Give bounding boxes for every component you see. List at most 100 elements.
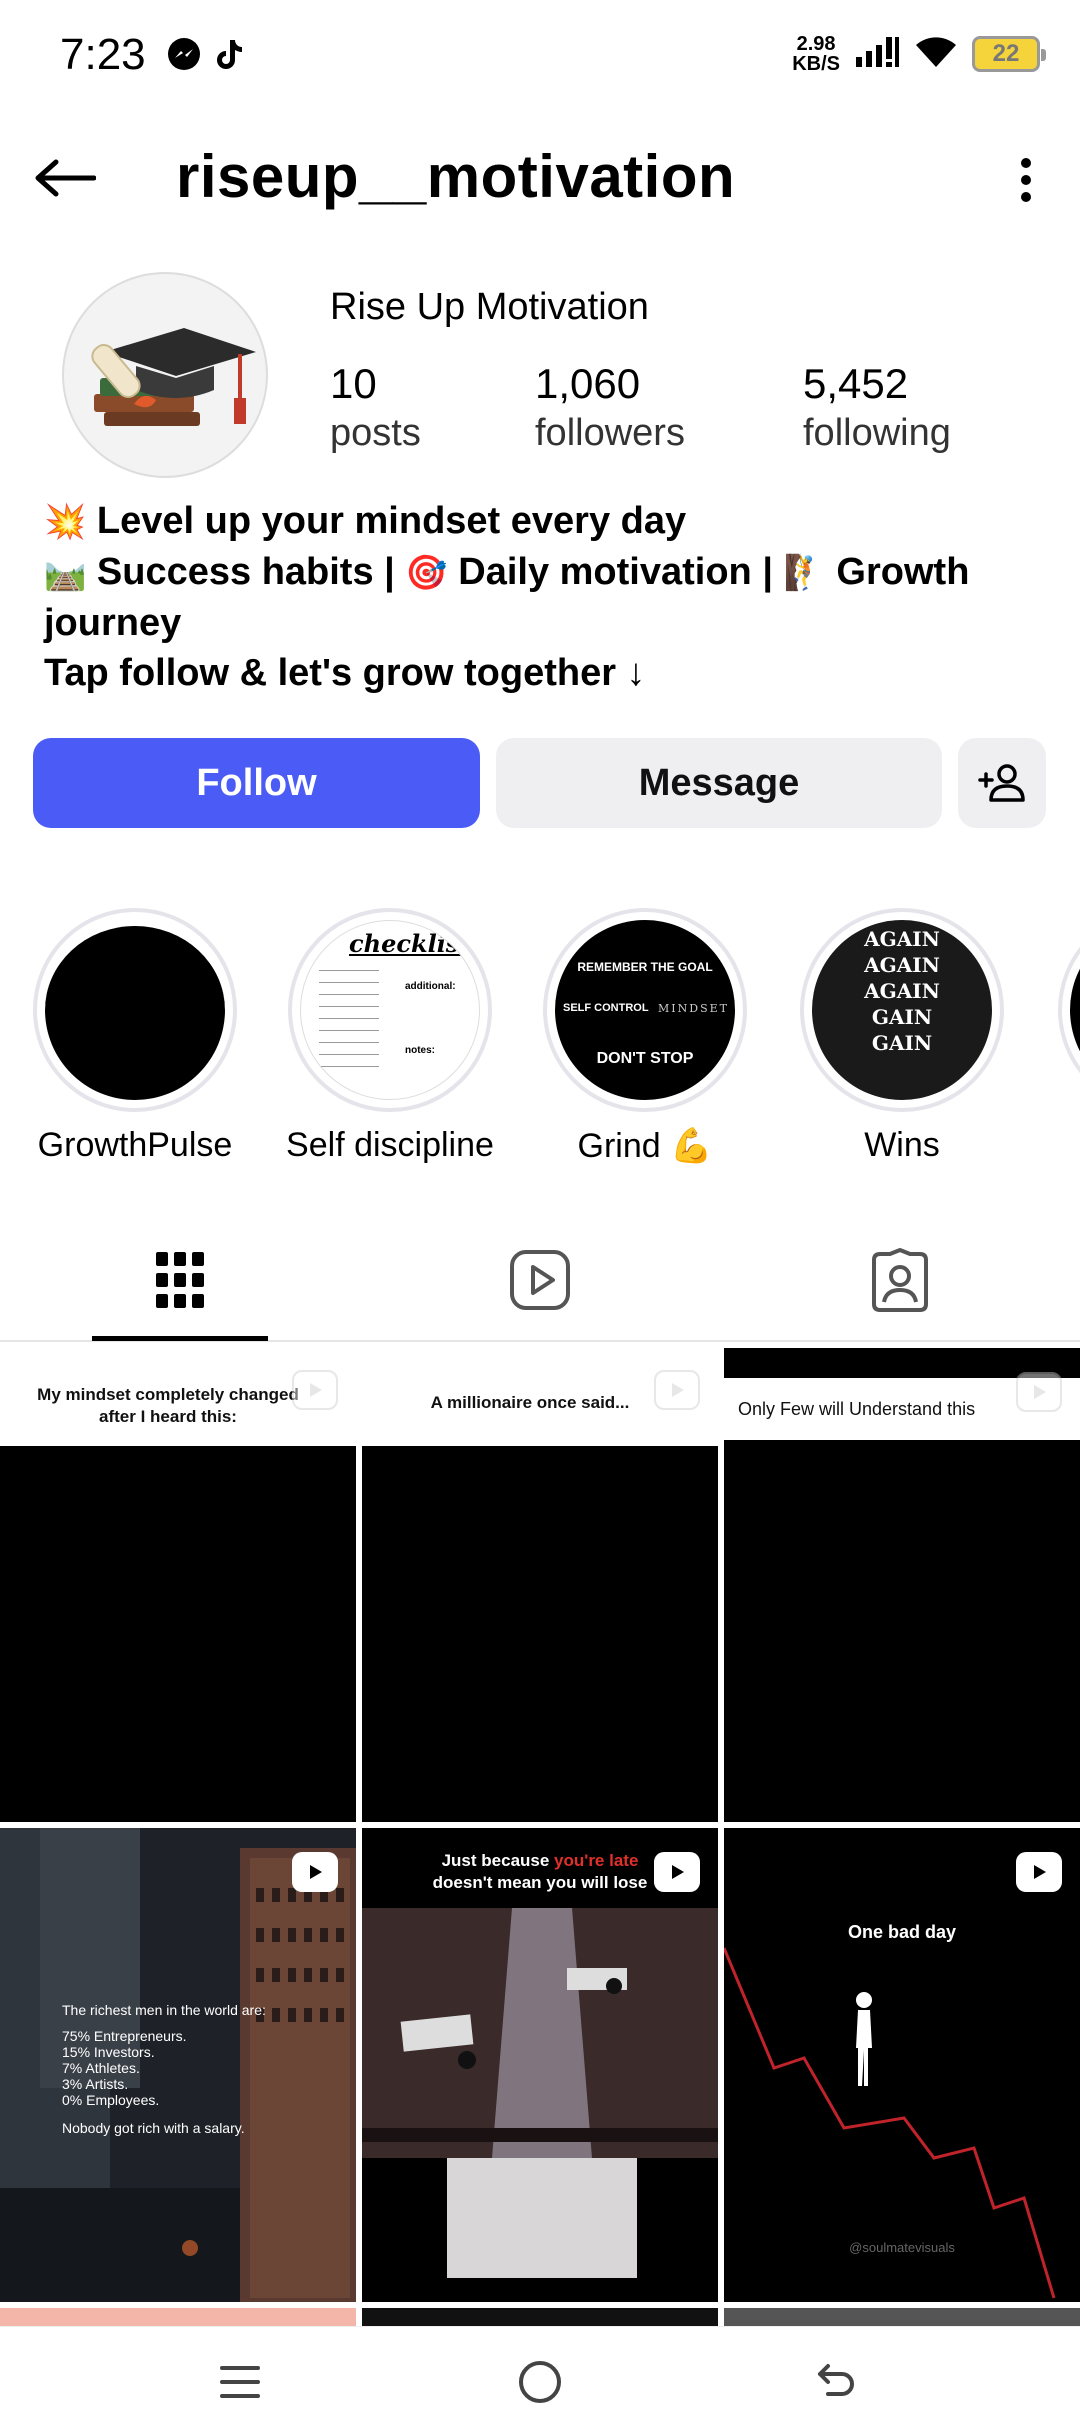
network-speed-value: 2.98 [796, 33, 836, 55]
post-thumbnail[interactable]: Just because you're late doesn't mean yo… [362, 1828, 718, 2302]
arrow-left-icon [35, 159, 96, 197]
post-thumbnail[interactable]: The richest men in the world are: 75% En… [0, 1828, 356, 2302]
add-user-icon [978, 764, 1025, 802]
post-thumbnail[interactable]: One bad day @soulmatevisuals [724, 1828, 1080, 2302]
post-caption: My mindset completely changed after I he… [37, 1385, 299, 1426]
posts-stat[interactable]: 10 posts [330, 360, 421, 455]
active-tab-indicator [92, 1336, 268, 1341]
suggested-accounts-button[interactable] [958, 738, 1046, 828]
highlight-cover: REMEMBER THE GOAL SELF CONTROL MINDSET D… [555, 920, 735, 1100]
messenger-icon [166, 36, 202, 72]
reel-badge [1016, 1372, 1062, 1412]
collision-icon: 💥 [44, 503, 87, 541]
more-vertical-icon [1021, 158, 1031, 202]
home-circle-icon [519, 2361, 561, 2403]
back-return-icon [818, 2364, 854, 2396]
bio-line-2: 🛤️ Success habits | 🎯 Daily motivation |… [44, 547, 1044, 648]
tab-tagged[interactable] [840, 1240, 960, 1320]
highlight-ring [33, 908, 237, 1112]
reel-badge [654, 1370, 700, 1410]
post-overlay-text-red: you're late [554, 1851, 639, 1870]
wins-cover-line: AGAIN [864, 979, 940, 1003]
status-app-icons [166, 36, 246, 72]
tab-reels[interactable] [480, 1240, 600, 1320]
story-highlights: GrowthPulse checklist additional: notes: [0, 908, 1080, 1168]
highlight-ring [1058, 908, 1080, 1112]
highlight-ring: checklist additional: notes: [288, 908, 492, 1112]
post-overlay-footer: Nobody got rich with a salary. [62, 2120, 245, 2136]
following-stat[interactable]: 5,452 following [803, 360, 951, 455]
play-icon [1034, 1385, 1046, 1399]
profile-display-name: Rise Up Motivation [330, 286, 649, 328]
highlight-cover: AGAIN AGAIN AGAIN GAIN GAIN [812, 920, 992, 1100]
profile-header: riseup__motivation [0, 120, 1080, 240]
home-button[interactable] [500, 2347, 580, 2417]
following-count: 5,452 [803, 360, 909, 407]
reel-badge [654, 1852, 700, 1892]
tiktok-icon [210, 36, 246, 72]
climber-icon: 🧗 [783, 554, 826, 592]
avatar[interactable] [62, 272, 268, 478]
highlight-wins[interactable]: AGAIN AGAIN AGAIN GAIN GAIN Wins [782, 908, 1022, 1165]
posts-count: 10 [330, 360, 377, 407]
tagged-icon [872, 1248, 928, 1312]
reel-badge [292, 1852, 338, 1892]
highlight-ring: REMEMBER THE GOAL SELF CONTROL MINDSET D… [543, 908, 747, 1112]
followers-label: followers [535, 412, 685, 454]
play-icon [672, 1865, 684, 1879]
post-overlay-text: The richest men in the world are: 75% En… [62, 2002, 266, 2136]
followers-stat[interactable]: 1,060 followers [535, 360, 685, 455]
recent-apps-button[interactable] [200, 2347, 280, 2417]
post-caption: A millionaire once said... [430, 1393, 630, 1412]
back-button[interactable] [30, 148, 100, 208]
post-overlay-line: 15% Investors. [62, 2044, 155, 2060]
checklist-title: checklist [349, 929, 471, 958]
highlight-self-discipline[interactable]: checklist additional: notes: Self discip… [270, 908, 510, 1165]
grind-cover-top: REMEMBER THE GOAL [577, 960, 713, 974]
highlight-cover: checklist additional: notes: [300, 920, 480, 1100]
message-button[interactable]: Message [496, 738, 942, 828]
signal-icon [854, 35, 900, 74]
graduation-cap-icon [91, 328, 256, 426]
post-thumbnail[interactable]: A millionaire once said... [362, 1348, 718, 1822]
wins-cover-line: AGAIN [864, 953, 940, 977]
post-overlay-title: One bad day [847, 1922, 957, 1942]
tab-posts-grid[interactable] [120, 1240, 240, 1320]
more-options-button[interactable] [996, 148, 1056, 212]
bio-line-2-part-2: Daily motivation | [458, 551, 773, 593]
wifi-icon [914, 35, 958, 74]
play-icon [672, 1383, 684, 1397]
highlight-cover [1070, 920, 1080, 1100]
wins-cover-line: GAIN [871, 1005, 933, 1029]
status-time: 7:23 [60, 30, 146, 79]
system-navigation-bar [0, 2326, 1080, 2436]
post-thumbnail[interactable]: My mindset completely changed after I he… [0, 1348, 356, 1822]
wins-cover-line: GAIN [871, 1031, 933, 1055]
post-overlay-line: 3% Artists. [62, 2076, 129, 2092]
post-caption: Only Few will Understand this [738, 1399, 976, 1419]
railway-track-icon: 🛤️ [44, 554, 87, 592]
highlight-label: Grind 💪 [577, 1127, 713, 1165]
system-back-button[interactable] [796, 2347, 876, 2417]
profile-bio: 💥 Level up your mindset every day 🛤️ Suc… [44, 496, 1044, 698]
post-overlay-line: 75% Entrepreneurs. [62, 2028, 187, 2044]
battery-indicator: 22 [972, 36, 1046, 72]
post-overlay-title: The richest men in the world are: [62, 2002, 266, 2018]
highlight-growthpulse[interactable]: GrowthPulse [15, 908, 255, 1165]
bio-line-3: Tap follow & let's grow together ↓ [44, 652, 646, 694]
posts-label: posts [330, 412, 421, 454]
highlight-partial[interactable] [1040, 908, 1080, 1112]
post-thumbnail[interactable]: Only Few will Understand this [724, 1348, 1080, 1822]
play-icon [310, 1865, 322, 1879]
followers-count: 1,060 [535, 360, 641, 407]
follow-button[interactable]: Follow [33, 738, 480, 828]
post-watermark: @soulmatevisuals [849, 2240, 955, 2255]
status-bar: 7:23 2.98 KB/S 22 [0, 0, 1080, 112]
bio-line-2-part-1: Success habits | [96, 551, 395, 593]
network-speed-unit: KB/S [792, 53, 840, 75]
grid-icon [156, 1252, 204, 1308]
following-label: following [803, 412, 951, 454]
highlight-grind[interactable]: REMEMBER THE GOAL SELF CONTROL MINDSET D… [525, 908, 765, 1166]
grind-cover-right: MINDSET [658, 1002, 729, 1015]
grind-cover-bottom: DON'T STOP [596, 1050, 694, 1067]
